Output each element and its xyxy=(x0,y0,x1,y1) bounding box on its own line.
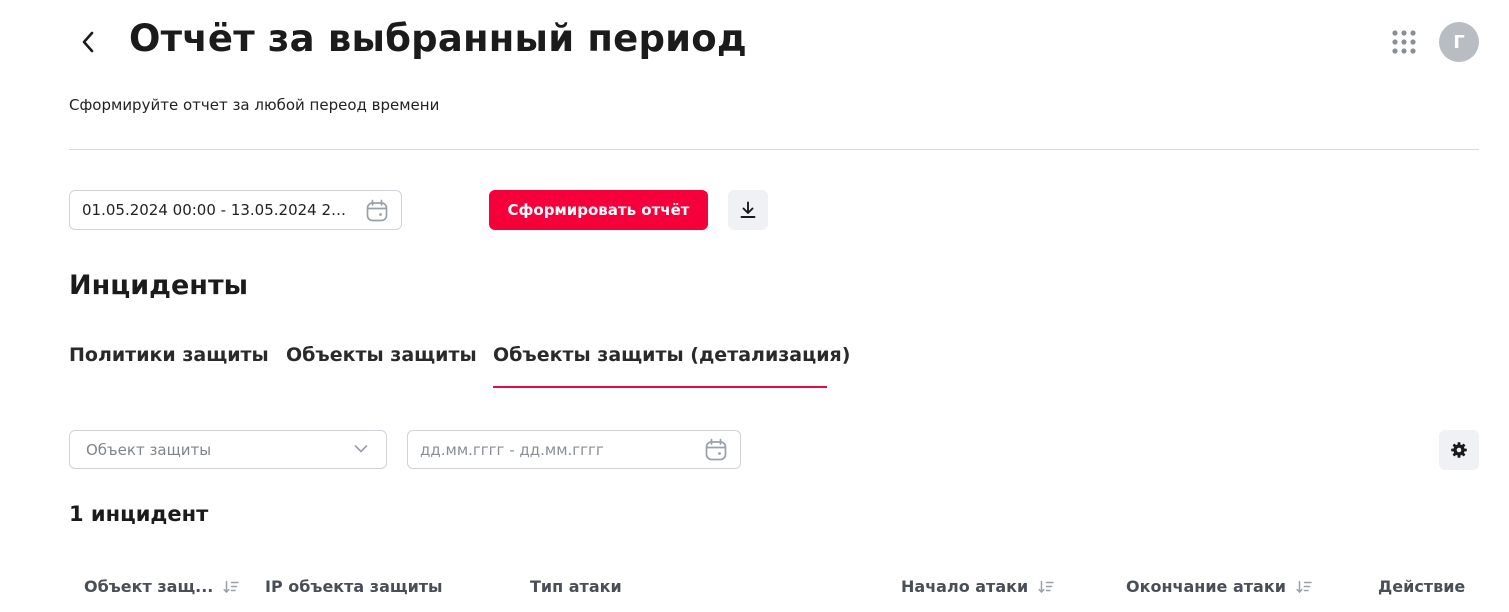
avatar-letter: Г xyxy=(1453,31,1465,53)
protection-object-placeholder: Объект защиты xyxy=(86,440,212,459)
column-header-attack-end[interactable]: Окончание атаки xyxy=(1126,577,1312,596)
column-header-label: Начало атаки xyxy=(901,577,1029,596)
column-header-label: Окончание атаки xyxy=(1126,577,1286,596)
tab-protection-objects[interactable]: Объекты защиты xyxy=(286,344,477,366)
back-button[interactable] xyxy=(72,26,104,58)
column-header-action: Действие xyxy=(1378,577,1465,596)
apps-grid-icon xyxy=(1392,30,1416,54)
column-header-label: Объект защ... xyxy=(84,577,214,596)
gear-icon xyxy=(1451,442,1467,458)
column-header-label: IP объекта защиты xyxy=(265,577,443,596)
page-title: Отчёт за выбранный период xyxy=(129,17,747,60)
column-header-ip[interactable]: IP объекта защиты xyxy=(265,577,443,596)
incident-date-filter-placeholder: дд.мм.гггг - дд.мм.гггг xyxy=(420,440,604,459)
download-button[interactable] xyxy=(728,190,768,230)
divider xyxy=(69,149,1479,150)
calendar-icon[interactable] xyxy=(365,199,389,223)
column-header-label: Действие xyxy=(1378,577,1466,596)
avatar[interactable]: Г xyxy=(1439,22,1479,62)
sort-icon[interactable] xyxy=(1038,580,1054,594)
protection-object-select[interactable]: Объект защиты xyxy=(69,430,387,469)
sort-icon[interactable] xyxy=(1296,580,1312,594)
report-date-range-value: 01.05.2024 00:00 - 13.05.2024 23:59 xyxy=(82,201,354,219)
column-header-protection-object[interactable]: Объект защ... xyxy=(84,577,240,596)
apps-menu-button[interactable] xyxy=(1390,28,1418,56)
tab-protection-objects-details[interactable]: Объекты защиты (детализация) xyxy=(493,344,850,366)
download-icon xyxy=(740,201,756,218)
report-date-range-input[interactable]: 01.05.2024 00:00 - 13.05.2024 23:59 xyxy=(69,190,402,230)
sort-icon[interactable] xyxy=(223,580,240,594)
incident-date-filter-input[interactable]: дд.мм.гггг - дд.мм.гггг xyxy=(407,430,741,469)
column-header-label: Тип атаки xyxy=(530,577,622,596)
incident-count: 1 инцидент xyxy=(69,502,209,526)
generate-report-button[interactable]: Сформировать отчёт xyxy=(489,190,708,230)
tab-protection-policies[interactable]: Политики защиты xyxy=(69,344,269,366)
calendar-icon[interactable] xyxy=(704,438,728,462)
chevron-left-icon xyxy=(82,31,94,53)
chevron-down-icon xyxy=(354,445,368,453)
table-settings-button[interactable] xyxy=(1439,430,1479,470)
column-header-attack-type[interactable]: Тип атаки xyxy=(530,577,622,596)
column-header-attack-start[interactable]: Начало атаки xyxy=(901,577,1054,596)
page-subtitle: Сформируйте отчет за любой переод времен… xyxy=(69,96,440,114)
incidents-title: Инциденты xyxy=(69,270,249,301)
active-tab-indicator xyxy=(493,386,827,388)
